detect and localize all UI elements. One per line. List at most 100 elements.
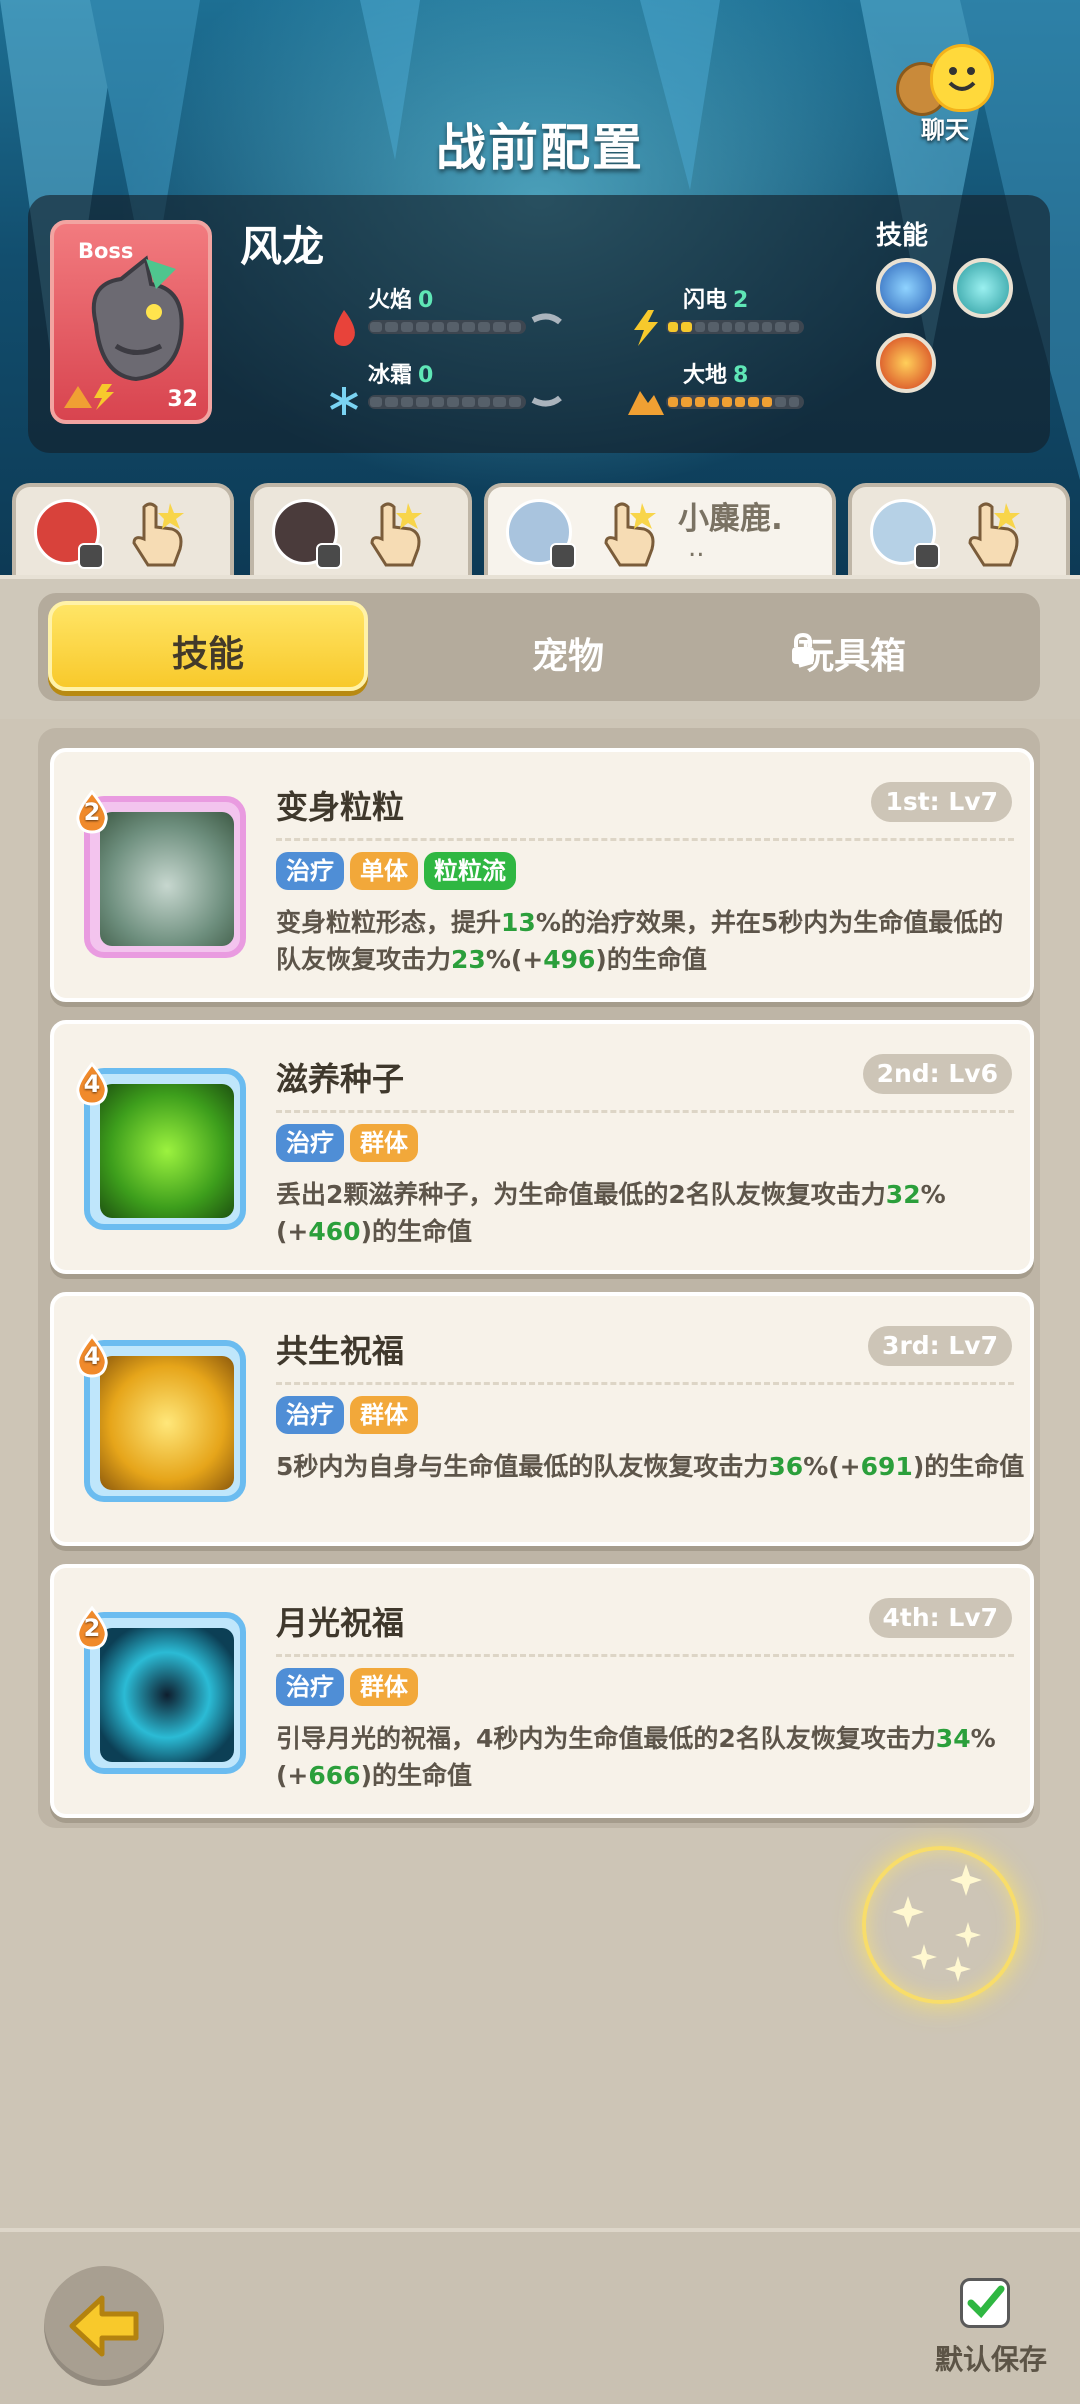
skill-tags: 治疗 群体 [276, 1668, 424, 1710]
skill-description-text: 引导月光的祝福，4秒内为生命值最低的2名队友恢复攻击力 [276, 1724, 936, 1753]
element-bar-segment [462, 322, 475, 332]
divider [276, 1654, 1014, 1657]
boss-skill-ice-icon[interactable] [876, 258, 936, 318]
element-bar-segment [735, 397, 746, 407]
hero-name-overflow: .. [688, 533, 705, 563]
hero-tab-1[interactable] [12, 483, 234, 575]
tap-hand-icon [604, 502, 656, 567]
element-bar-segment [477, 322, 491, 332]
divider [276, 838, 1014, 841]
hero-tab-4[interactable] [848, 483, 1070, 575]
tab-pet-label: 宠物 [531, 636, 604, 677]
element-bar-segment [431, 322, 444, 332]
element-name: 闪电 [683, 288, 728, 313]
skill-tags: 治疗 群体 [276, 1124, 424, 1166]
skill-tag: 治疗 [276, 1668, 344, 1706]
hero-badge-icon [316, 543, 342, 569]
element-bar-segment [385, 322, 398, 332]
element-bar-segment [788, 322, 799, 332]
skill-value-highlight: 666 [308, 1761, 361, 1790]
skill-description: 5秒内为自身与生命值最低的队友恢复攻击力36%(+691)的生命值 [276, 1448, 1026, 1485]
battle-scene-background: 战前配置 聊天 Boss 32 风龙 火焰 0 闪电 2 冰霜 0 大地 8 技… [0, 0, 1080, 575]
skill-card[interactable]: 4 共生祝福 3rd: Lv7 治疗 群体 5秒内为自身与生命值最低的队友恢复攻击… [50, 1292, 1034, 1546]
element-bar-segment [462, 397, 475, 407]
wind-dragon-icon [91, 255, 184, 382]
element-bar-segment [493, 322, 506, 332]
tab-skill[interactable]: 技能 [48, 601, 368, 691]
element-bar [666, 395, 804, 409]
hero-badge-icon [550, 543, 576, 569]
energy-cost-drop-icon: 4 [74, 1333, 110, 1378]
mountain-icon [628, 391, 664, 415]
chat-button[interactable]: 聊天 [890, 44, 1000, 144]
skill-tag: 群体 [350, 1124, 418, 1162]
element-cycle-arrows [531, 313, 562, 407]
element-value: 8 [733, 363, 749, 388]
element-bar-segment [477, 397, 491, 407]
skill-level-badge: 2nd: Lv6 [862, 1054, 1012, 1094]
element-bar-segment [761, 322, 773, 332]
boss-element-icons [64, 384, 114, 410]
boss-skill-explosion-icon[interactable] [876, 333, 936, 393]
skill-description-text: )的生命值 [912, 1452, 1025, 1481]
back-button[interactable] [44, 2266, 164, 2386]
element-bar-segment [431, 397, 444, 407]
element-bar-segment [708, 322, 719, 332]
skill-tag: 治疗 [276, 1396, 344, 1434]
skill-art-icon [100, 1356, 234, 1490]
tab-bar-area: 技能 宠物 玩具箱 [0, 575, 1080, 719]
skill-tag: 治疗 [276, 852, 344, 890]
skill-tags: 治疗 群体 [276, 1396, 424, 1438]
skill-value-highlight: 496 [543, 945, 596, 974]
hero-badge-icon [78, 543, 104, 569]
divider [276, 1110, 1014, 1113]
boss-skill-wind-icon[interactable] [953, 258, 1013, 318]
skill-value-highlight: 32 [885, 1180, 921, 1209]
energy-cost: 4 [83, 1342, 101, 1370]
skill-level-badge: 1st: Lv7 [871, 782, 1012, 822]
bottom-bar: 默认保存 [0, 2228, 1080, 2404]
hero-name: 小麋鹿. [678, 501, 783, 537]
boss-level: 32 [167, 387, 198, 412]
element-bar-segment [385, 397, 398, 407]
element-value: 0 [418, 363, 434, 388]
skill-value-highlight: 460 [308, 1217, 361, 1246]
element-bar-segment [370, 397, 383, 407]
element-bar-segment [735, 322, 746, 332]
chat-emoji-icon [930, 44, 994, 112]
element-bar-segment [668, 397, 679, 407]
energy-cost: 2 [83, 1614, 101, 1642]
tab-pet[interactable]: 宠物 [418, 601, 718, 691]
skill-description-text: %(+ [485, 945, 544, 974]
element-bar-segment [761, 397, 773, 407]
check-icon [967, 2285, 1005, 2319]
skill-card[interactable]: 2 月光祝福 4th: Lv7 治疗 群体 引导月光的祝福，4秒内为生命值最低的2… [50, 1564, 1034, 1818]
skill-value-highlight: 34 [935, 1724, 971, 1753]
skill-tag: 单体 [350, 852, 418, 890]
skill-art-icon [100, 812, 234, 946]
back-arrow-icon [69, 2295, 139, 2357]
snowflake-icon [330, 387, 358, 415]
skill-card[interactable]: 2 变身粒粒 1st: Lv7 治疗 单体 粒粒流 变身粒粒形态，提升13%的治疗效… [50, 748, 1034, 1002]
element-bar-segment [681, 322, 692, 332]
element-bar-segment [694, 397, 706, 407]
hero-badge-icon [914, 543, 940, 569]
save-checkbox[interactable] [960, 2278, 1010, 2328]
boss-portrait-card[interactable]: Boss 32 [50, 220, 212, 424]
element-bar-segment [447, 322, 460, 332]
tab-toybox[interactable]: 玩具箱 [738, 601, 1028, 691]
hero-tab-2[interactable] [250, 483, 472, 575]
skill-description-text: 变身粒粒形态，提升 [276, 908, 502, 937]
energy-cost: 2 [83, 798, 101, 826]
skill-art-icon [100, 1628, 234, 1762]
hero-tab-3-active[interactable]: 小麋鹿. .. [484, 483, 836, 575]
element-name: 火焰 [368, 288, 413, 313]
element-bar-segment [788, 397, 799, 407]
element-bar-segment [416, 322, 429, 332]
sparkle-button[interactable] [862, 1846, 1020, 2004]
default-save-toggle[interactable]: 默认保存 [930, 2278, 1050, 2388]
skill-card[interactable]: 4 滋养种子 2nd: Lv6 治疗 群体 丢出2颗滋养种子，为生命值最低的2名队… [50, 1020, 1034, 1274]
skill-tag: 粒粒流 [424, 852, 516, 890]
skill-name: 共生祝福 [276, 1332, 405, 1370]
element-bar-segment [508, 322, 521, 332]
